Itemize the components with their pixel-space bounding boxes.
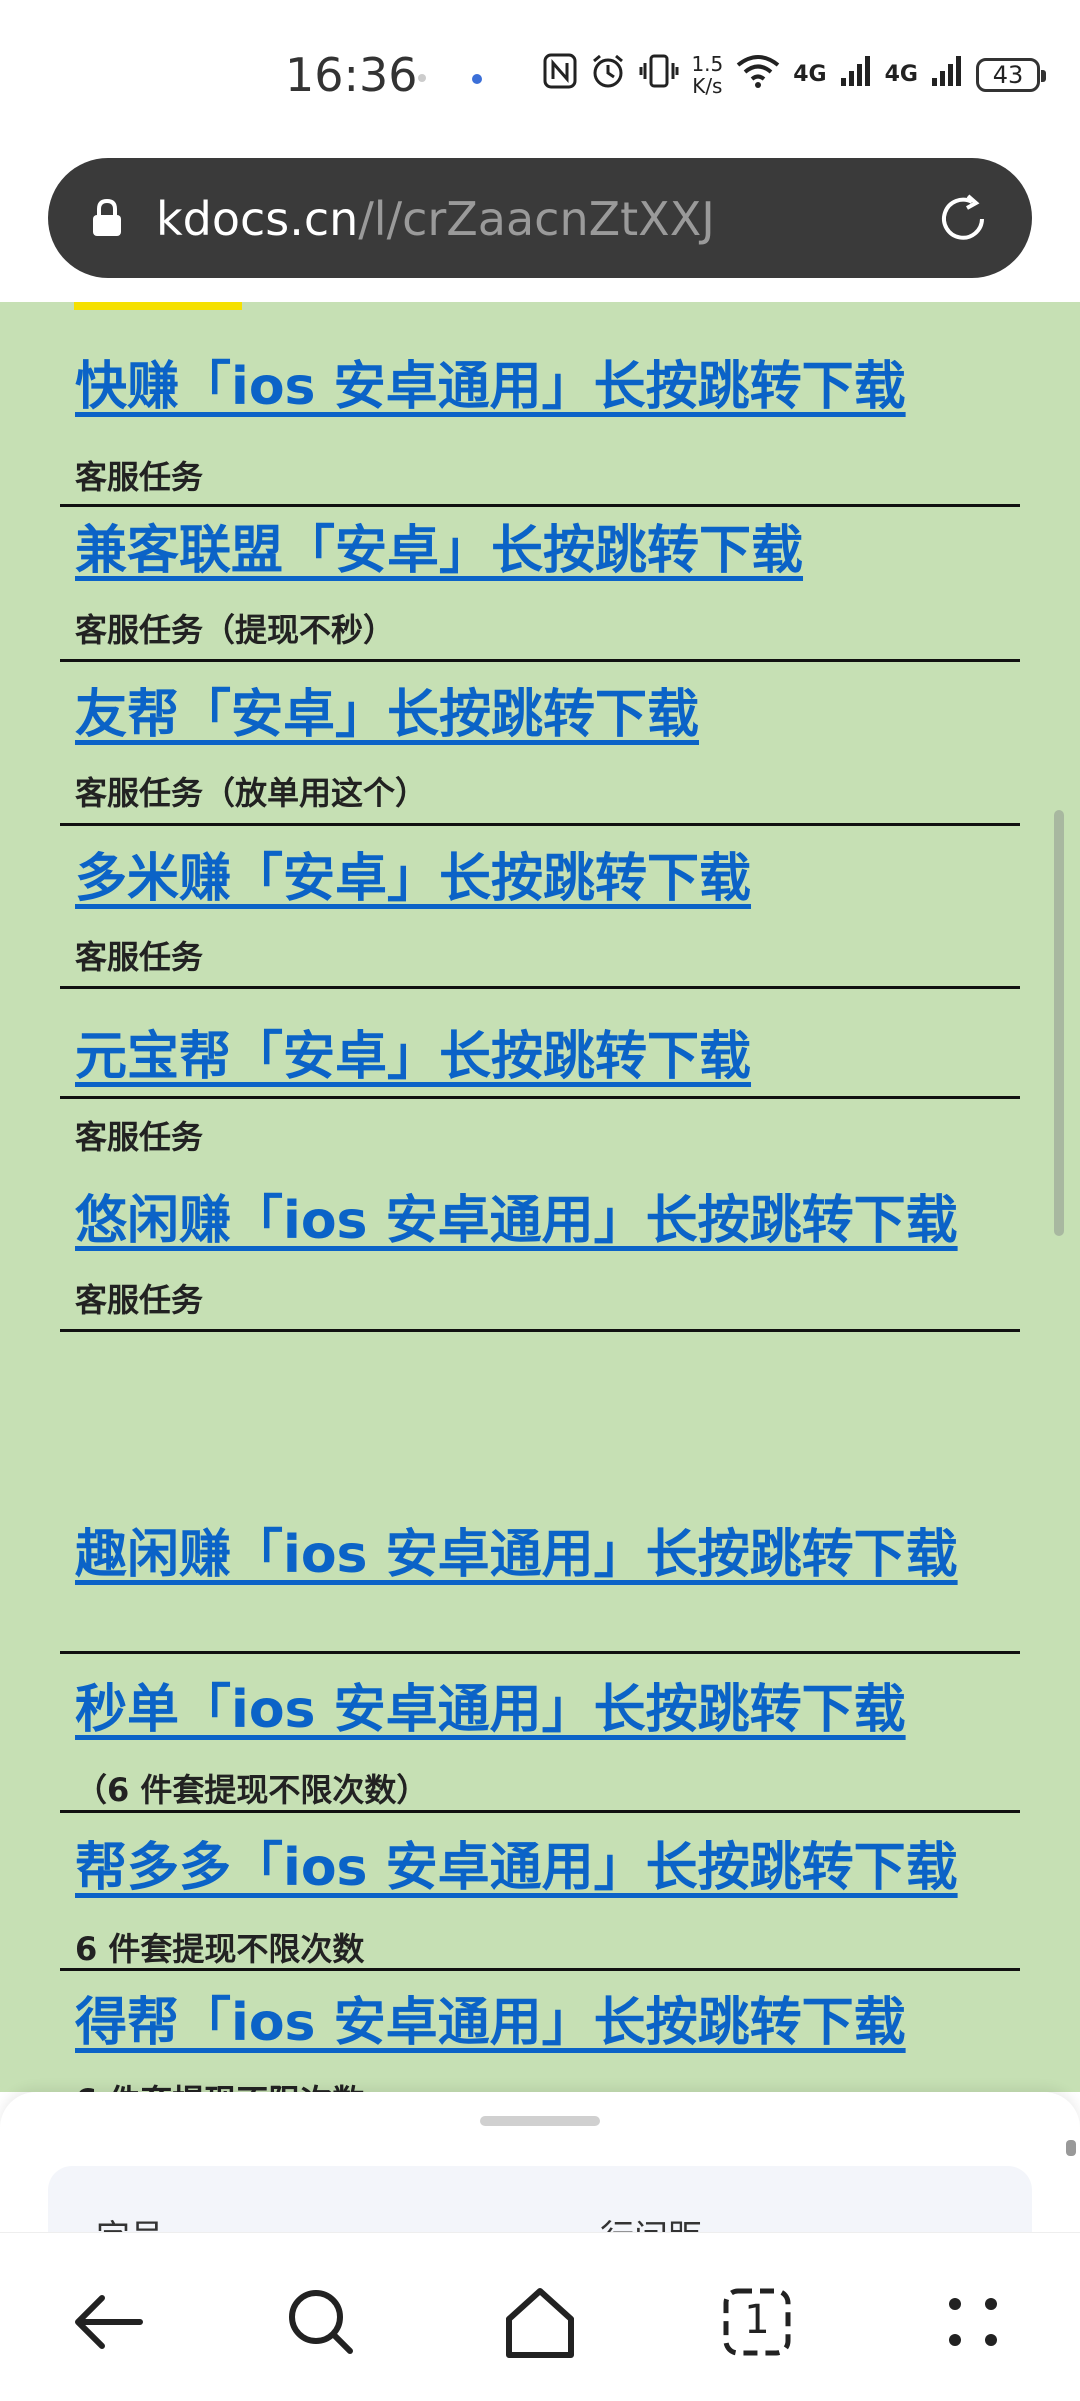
text-settings-sheet[interactable]: 字号 行间距 bbox=[0, 2092, 1080, 2232]
status-bar: 16:36 1.5 K/s 4G 4G 43 bbox=[0, 0, 1080, 150]
app-note: 客服任务（提现不秒） bbox=[75, 611, 396, 649]
signal-1-label: 4G bbox=[793, 62, 827, 87]
battery-icon: 43 bbox=[976, 57, 1046, 92]
document-content[interactable]: 快赚「ios 安卓通用」长按跳转下载 客服任务 兼客联盟「安卓」长按跳转下载 客… bbox=[0, 302, 1080, 2092]
status-time: 16:36 bbox=[285, 48, 418, 102]
wifi-icon bbox=[735, 53, 781, 96]
tabs-button[interactable]: 1 bbox=[712, 2277, 802, 2367]
tab-count: 1 bbox=[744, 2297, 770, 2343]
signal-2-icon bbox=[930, 54, 964, 95]
nfc-icon bbox=[543, 53, 577, 96]
app-link[interactable]: 友帮「安卓」长按跳转下载 bbox=[75, 672, 699, 747]
app-note: 客服任务 bbox=[75, 938, 204, 976]
divider bbox=[60, 1096, 1020, 1099]
app-link[interactable]: 帮多多「ios 安卓通用」长按跳转下载 bbox=[75, 1825, 958, 1900]
divider bbox=[60, 1968, 1020, 1971]
app-link[interactable]: 得帮「ios 安卓通用」长按跳转下载 bbox=[75, 1980, 906, 2055]
divider bbox=[60, 823, 1020, 826]
signal-icon bbox=[839, 54, 873, 95]
divider bbox=[60, 659, 1020, 662]
app-note: 客服任务 bbox=[75, 1118, 204, 1156]
divider bbox=[60, 504, 1020, 507]
url-path: /l/crZaacnZtXXJ bbox=[358, 192, 715, 246]
highlight-mark bbox=[74, 302, 242, 310]
app-note: 6 件套提现不限次数 bbox=[75, 1930, 365, 1968]
address-bar[interactable]: kdocs.cn/l/crZaacnZtXXJ bbox=[48, 158, 1032, 278]
lock-icon bbox=[93, 198, 121, 236]
app-link[interactable]: 快赚「ios 安卓通用」长按跳转下载 bbox=[75, 344, 906, 419]
edge-handle[interactable] bbox=[1066, 2140, 1076, 2156]
divider bbox=[60, 1329, 1020, 1332]
signal-2-label: 4G bbox=[884, 62, 918, 87]
app-note: 6 件套提现不限次数 bbox=[75, 2076, 364, 2092]
reload-icon[interactable] bbox=[934, 190, 992, 248]
text-settings-card bbox=[48, 2166, 1032, 2232]
app-note: 客服任务 bbox=[75, 1281, 204, 1319]
vibrate-icon bbox=[639, 53, 679, 96]
app-note: 客服任务 bbox=[75, 458, 204, 496]
sheet-drag-handle[interactable] bbox=[480, 2116, 600, 2126]
app-note: 客服任务（放单用这个） bbox=[75, 774, 428, 812]
scrollbar[interactable] bbox=[1054, 810, 1064, 1236]
app-link[interactable]: 秒单「ios 安卓通用」长按跳转下载 bbox=[75, 1667, 906, 1742]
status-icons: 1.5 K/s 4G 4G 43 bbox=[543, 51, 1046, 98]
home-icon[interactable] bbox=[495, 2277, 585, 2367]
divider bbox=[60, 986, 1020, 989]
url-text[interactable]: kdocs.cn/l/crZaacnZtXXJ bbox=[156, 192, 715, 246]
net-speed: 1.5 K/s bbox=[691, 51, 724, 98]
app-link[interactable]: 趣闲赚「ios 安卓通用」长按跳转下载 bbox=[75, 1512, 958, 1587]
search-icon[interactable] bbox=[276, 2277, 366, 2367]
menu-icon[interactable] bbox=[928, 2277, 1018, 2367]
notification-dot-icon bbox=[418, 74, 426, 82]
divider bbox=[60, 1651, 1020, 1654]
back-icon[interactable] bbox=[62, 2277, 152, 2367]
app-link[interactable]: 元宝帮「安卓」长按跳转下载 bbox=[75, 1014, 751, 1089]
font-size-label[interactable]: 字号 bbox=[96, 2210, 164, 2232]
app-link[interactable]: 兼客联盟「安卓」长按跳转下载 bbox=[75, 508, 803, 583]
app-link[interactable]: 多米赚「安卓」长按跳转下载 bbox=[75, 836, 751, 911]
line-spacing-label[interactable]: 行间距 bbox=[600, 2210, 702, 2232]
url-domain: kdocs.cn bbox=[156, 192, 359, 246]
alarm-icon bbox=[589, 52, 627, 97]
browser-navbar: 1 bbox=[0, 2232, 1080, 2401]
location-dot-icon bbox=[472, 74, 482, 84]
app-note: （6 件套提现不限次数） bbox=[75, 1771, 429, 1809]
divider bbox=[60, 1810, 1020, 1813]
app-link[interactable]: 悠闲赚「ios 安卓通用」长按跳转下载 bbox=[75, 1178, 958, 1253]
